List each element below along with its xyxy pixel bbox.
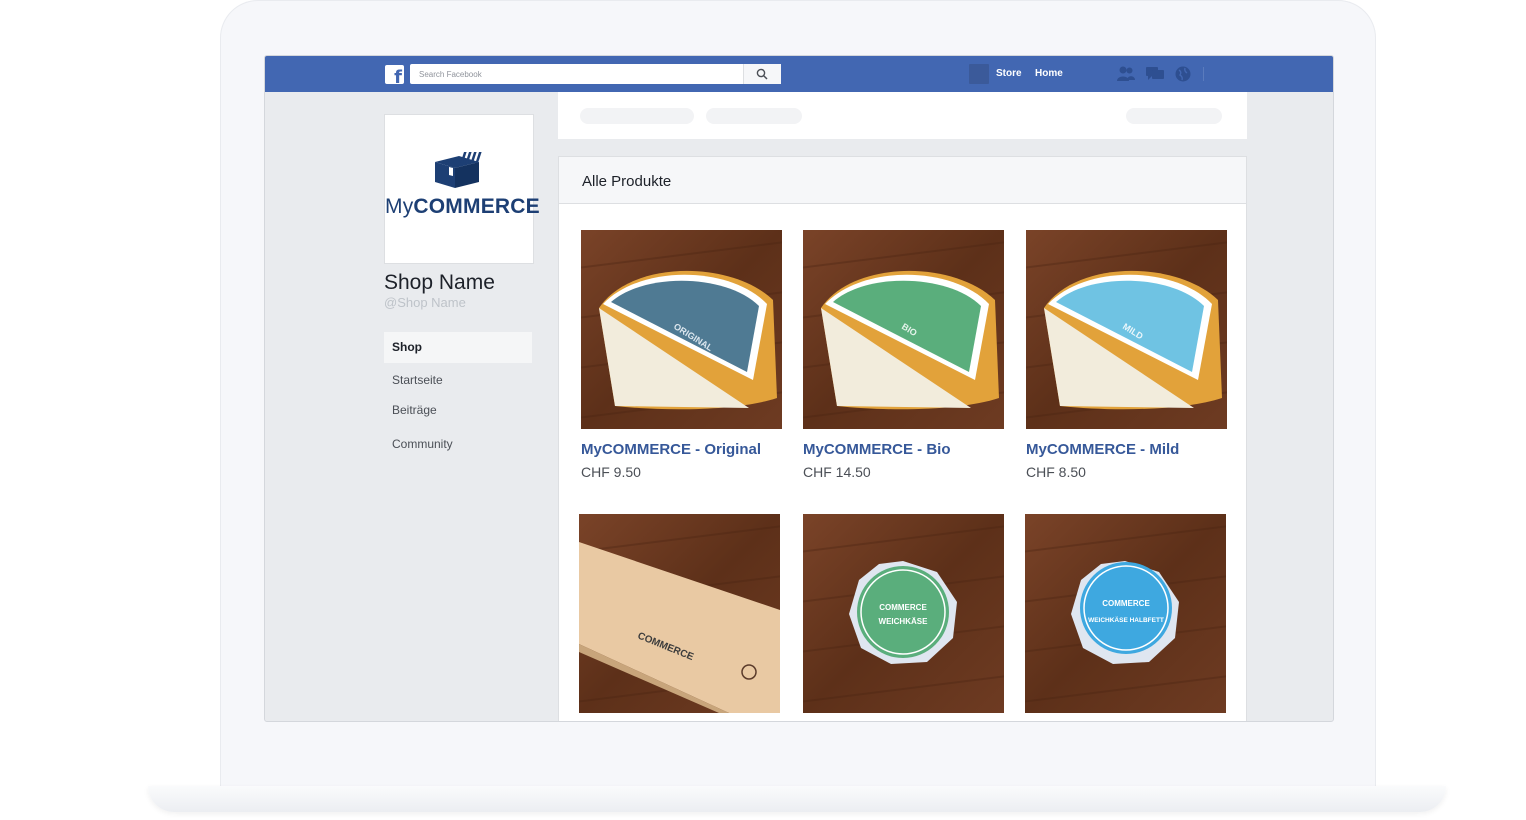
cheese-label xyxy=(1080,562,1172,654)
product-image[interactable]: WEICHKÄSE COMMERCE xyxy=(803,514,1004,713)
search-icon xyxy=(756,68,768,80)
messages-icon[interactable] xyxy=(1145,65,1165,83)
page-name[interactable]: Shop Name xyxy=(384,271,495,295)
page-tabs-bar xyxy=(558,92,1247,139)
products-title: Alle Produkte xyxy=(582,173,672,190)
search-box xyxy=(410,64,781,84)
product-name[interactable]: MyCOMMERCE - Original xyxy=(581,441,761,458)
brand-wordmark: MyCOMMERCE xyxy=(385,195,540,218)
laptop-base xyxy=(148,786,1446,812)
svg-text:COMMERCE: COMMERCE xyxy=(879,603,927,612)
nav-home-link[interactable]: Home xyxy=(1035,68,1063,79)
side-nav-item-beitraege[interactable]: Beiträge xyxy=(384,395,532,426)
open-box-logo-icon xyxy=(435,152,482,188)
facebook-logo-icon[interactable]: f xyxy=(385,65,404,84)
notifications-globe-icon[interactable] xyxy=(1174,65,1192,83)
product-image[interactable]: BIO xyxy=(803,230,1004,429)
svg-text:COMMERCE: COMMERCE xyxy=(1102,599,1150,608)
laptop-screen: f Store Home xyxy=(264,55,1334,722)
product-name[interactable]: MyCOMMERCE - Mild xyxy=(1026,441,1179,458)
product-price: CHF 14.50 xyxy=(803,464,871,480)
product-image[interactable]: ORIGINAL xyxy=(581,230,782,429)
tab-placeholder[interactable] xyxy=(580,108,694,124)
product-image[interactable]: MILD xyxy=(1026,230,1227,429)
tab-placeholder[interactable] xyxy=(706,108,802,124)
nav-store-link[interactable]: Store xyxy=(996,68,1022,79)
page-handle: @Shop Name xyxy=(384,295,466,310)
svg-text:WEICHKÄSE HALBFETT: WEICHKÄSE HALBFETT xyxy=(1088,616,1164,624)
side-nav-item-community[interactable]: Community xyxy=(384,429,532,460)
product-name[interactable]: MyCOMMERCE - Bio xyxy=(803,441,951,458)
search-input[interactable] xyxy=(410,64,742,84)
side-nav-item-startseite[interactable]: Startseite xyxy=(384,365,532,396)
product-image[interactable]: COMMERCE WEICHKÄSE HALBFETT xyxy=(1025,514,1226,713)
store-avatar[interactable] xyxy=(969,64,989,84)
products-header: Alle Produkte xyxy=(559,157,1246,204)
facebook-top-bar: f Store Home xyxy=(265,56,1333,92)
side-nav-item-shop[interactable]: Shop xyxy=(384,332,532,363)
product-price: CHF 9.50 xyxy=(581,464,641,480)
products-section: Alle Produkte ORIGINAL MyCOMMERCE - Orig… xyxy=(558,156,1247,721)
product-image[interactable]: COMMERCE xyxy=(579,514,780,713)
action-button-placeholder[interactable] xyxy=(1126,108,1222,124)
product-price: CHF 8.50 xyxy=(1026,464,1086,480)
cheese-label xyxy=(857,566,949,658)
profile-picture[interactable]: MyCOMMERCE xyxy=(384,114,540,264)
svg-text:WEICHKÄSE: WEICHKÄSE xyxy=(879,617,929,626)
search-button[interactable] xyxy=(743,64,781,84)
friends-icon[interactable] xyxy=(1116,65,1136,83)
nav-divider xyxy=(1203,67,1204,81)
